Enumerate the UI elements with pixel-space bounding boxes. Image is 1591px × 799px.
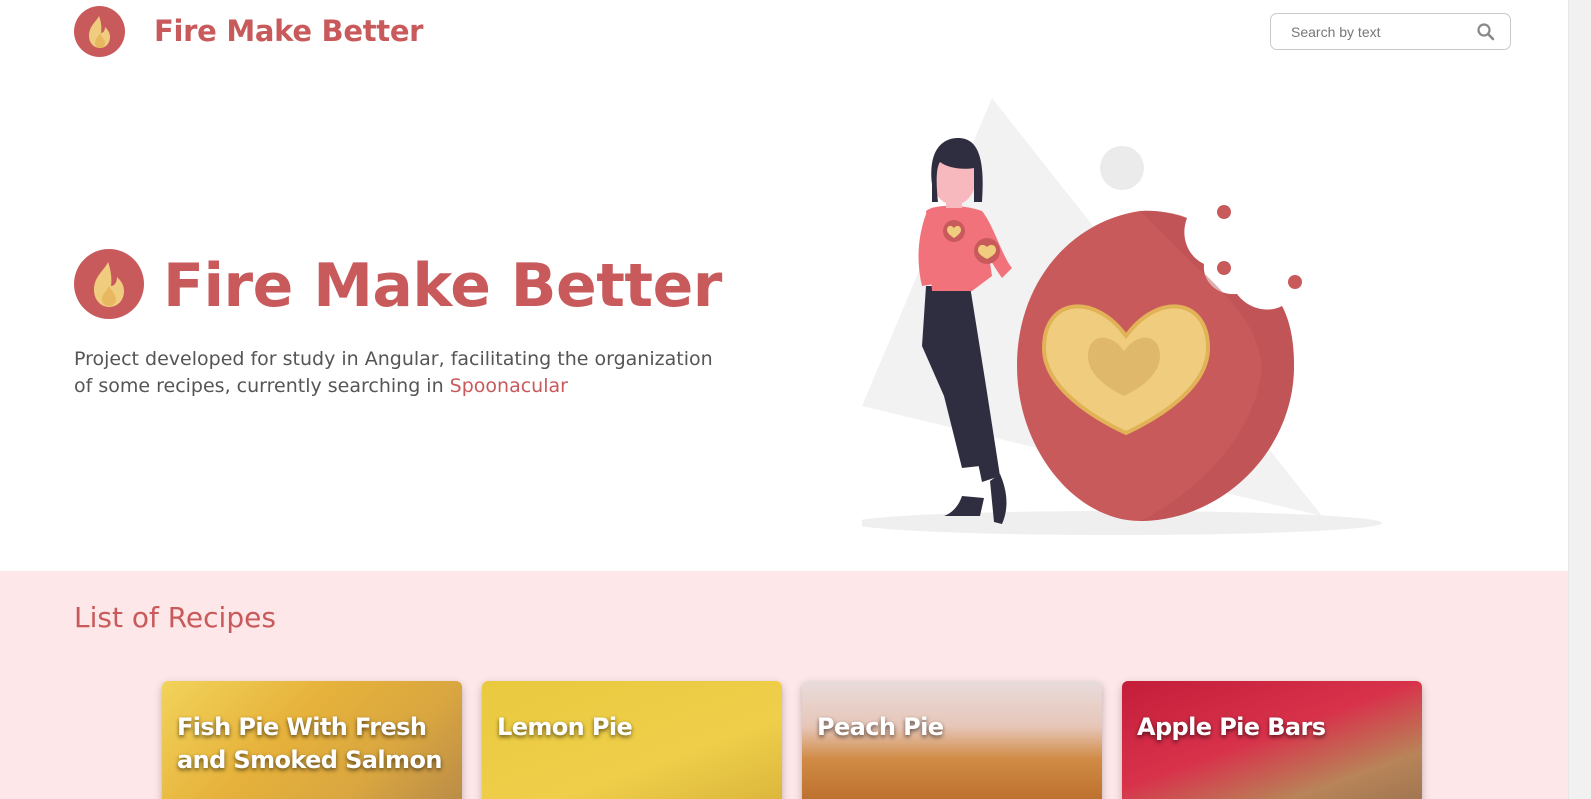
top-header: Fire Make Better [0, 0, 1568, 64]
hero-description-text: Project developed for study in Angular, … [74, 348, 713, 397]
spoonacular-link[interactable]: Spoonacular [450, 375, 568, 397]
brand-name[interactable]: Fire Make Better [154, 14, 423, 48]
hero-flame-icon [74, 249, 144, 319]
search-box [1270, 13, 1511, 50]
recipe-card-title: Fish Pie With Fresh and Smoked Salmon [177, 713, 442, 774]
scrollbar[interactable] [1568, 0, 1591, 799]
recipe-card[interactable]: Fish Pie With Fresh and Smoked Salmon [162, 681, 462, 799]
hero-description: Project developed for study in Angular, … [74, 346, 714, 400]
hero-illustration [852, 96, 1402, 546]
recipe-card-title: Lemon Pie [497, 713, 633, 741]
recipe-card[interactable]: Lemon Pie [482, 681, 782, 799]
flame-logo-icon[interactable] [74, 6, 125, 57]
recipe-card-title: Apple Pie Bars [1137, 713, 1326, 741]
search-icon[interactable] [1476, 22, 1496, 42]
recipes-heading: List of Recipes [74, 601, 276, 634]
recipe-card-title: Peach Pie [817, 713, 944, 741]
recipes-section: List of Recipes Fish Pie With Fresh and … [0, 571, 1568, 799]
recipe-card[interactable]: Peach Pie [802, 681, 1102, 799]
recipe-card[interactable]: Apple Pie Bars [1122, 681, 1422, 799]
search-input[interactable] [1291, 22, 1471, 42]
hero-title: Fire Make Better [163, 251, 722, 321]
